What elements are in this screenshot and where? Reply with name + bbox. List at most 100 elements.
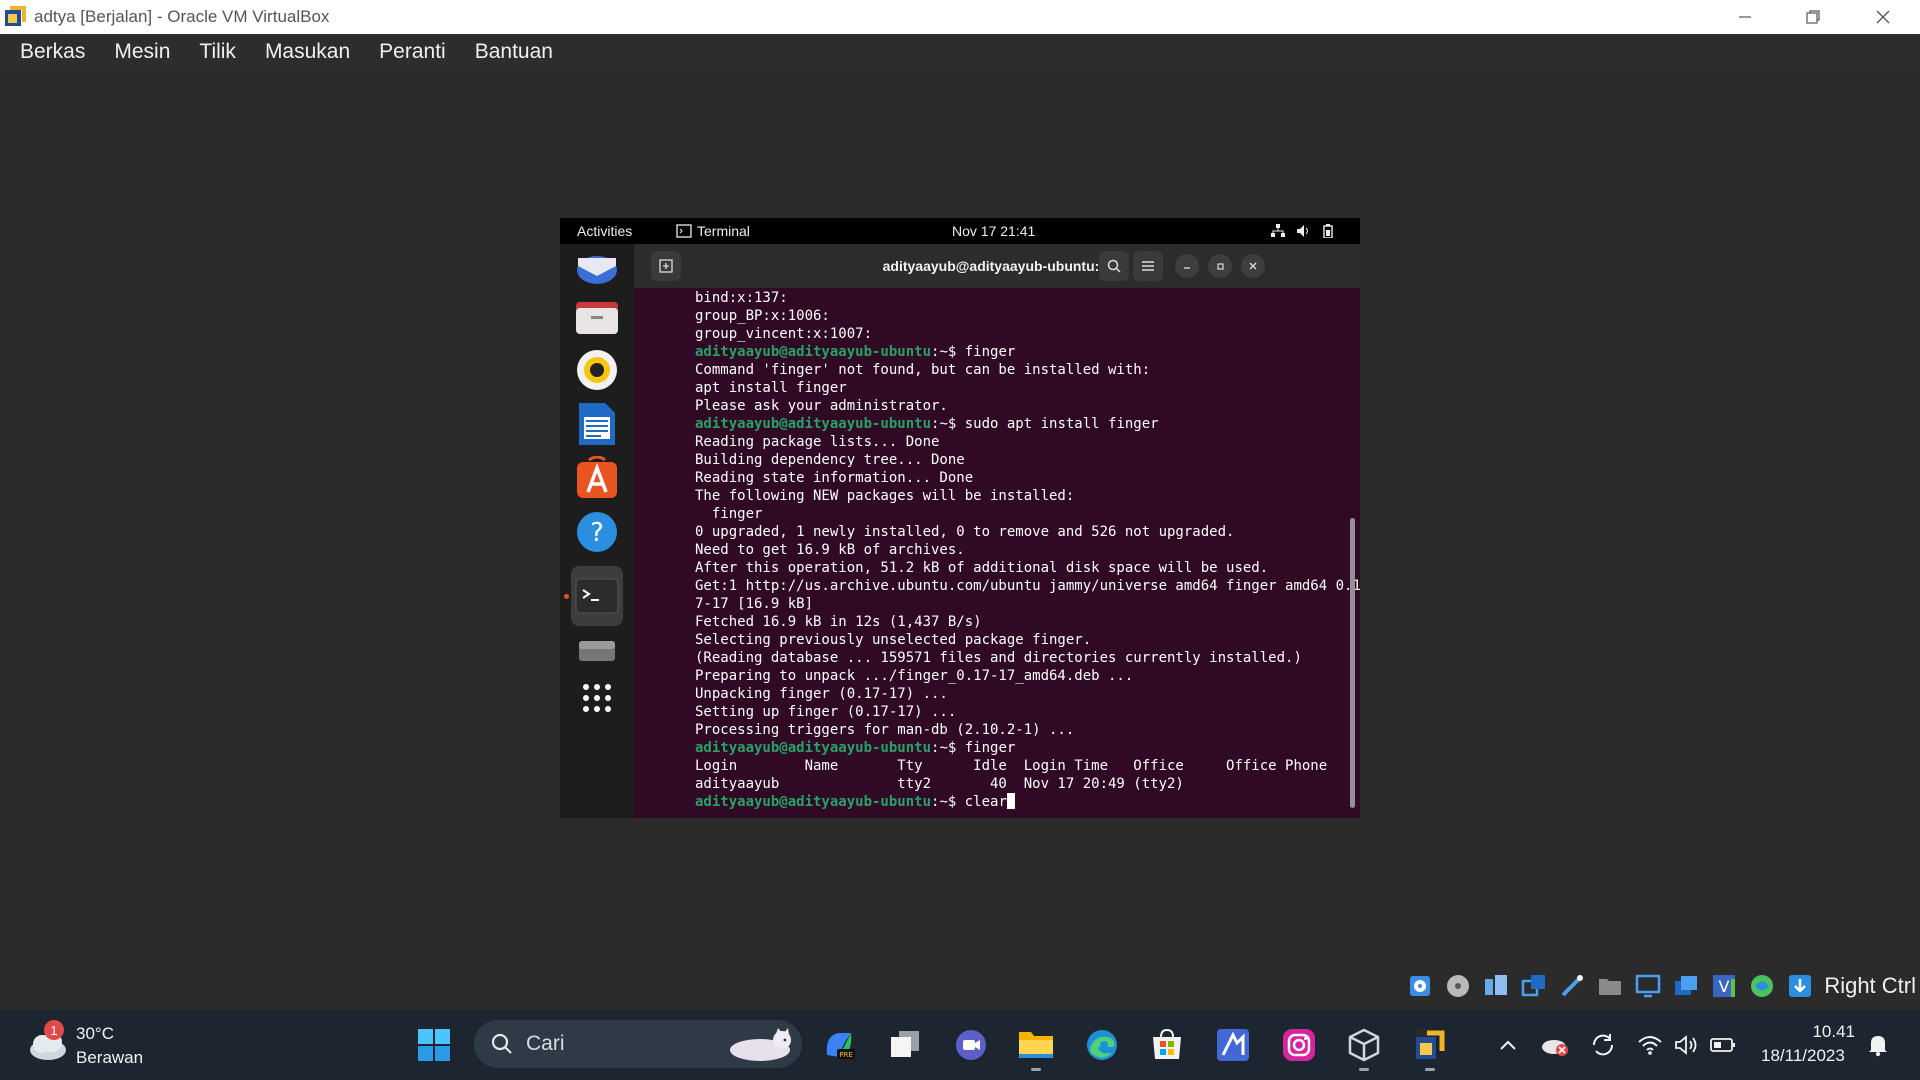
app-name: Terminal (697, 223, 750, 239)
terminal-line: Login Name Tty Idle Login Time Office Of… (695, 757, 1360, 775)
vbox-menubar: Berkas Mesin Tilik Masukan Peranti Bantu… (0, 34, 1920, 70)
terminal-line-text: Fetched 16.9 kB in 12s (1,437 B/s) (695, 614, 982, 630)
menu-masukan[interactable]: Masukan (265, 40, 350, 64)
drive-icon[interactable] (571, 630, 623, 670)
shared-folders-icon[interactable] (1594, 971, 1626, 1001)
prompt-symbol: :~$ (931, 740, 965, 756)
terminal-line-text: Command 'finger' not found, but can be i… (695, 362, 1151, 378)
menu-tilik[interactable]: Tilik (199, 40, 236, 64)
window-titlebar[interactable]: adtya [Berjalan] - Oracle VM VirtualBox (0, 0, 1920, 34)
terminal-line: apt install finger (695, 379, 1360, 397)
menu-peranti[interactable]: Peranti (379, 40, 446, 64)
mouse-integration-icon[interactable] (1784, 971, 1816, 1001)
terminal-line: 0 upgraded, 1 newly installed, 0 to remo… (695, 523, 1360, 541)
terminal-small-icon (676, 224, 692, 238)
ubuntu-software-icon[interactable] (571, 452, 623, 504)
start-button[interactable] (413, 1025, 455, 1065)
terminal-line-text: Building dependency tree... Done (695, 452, 965, 468)
terminal-line: group_BP:x:1006: (695, 307, 1360, 325)
optical-drive-icon[interactable] (1442, 971, 1474, 1001)
clock[interactable]: Nov 17 21:41 (952, 223, 1035, 239)
terminal-dock-icon[interactable] (571, 566, 623, 626)
restore-button[interactable] (1778, 0, 1848, 34)
weather-widget[interactable]: 1 (26, 1020, 70, 1069)
weather-badge: 1 (44, 1020, 64, 1040)
audio-icon[interactable] (1480, 971, 1512, 1001)
help-icon[interactable]: ? (571, 506, 623, 558)
terminal-line-text: Please ask your administrator. (695, 398, 948, 414)
terminal-headerbar[interactable]: adityaayub@adityaayub-ubuntu: ~ (634, 244, 1360, 288)
terminal-line: (Reading database ... 159571 files and d… (695, 649, 1360, 667)
menu-berkas[interactable]: Berkas (20, 40, 85, 64)
display-icon[interactable] (1632, 971, 1664, 1001)
terminal-line-text: 7-17 [16.9 kB] (695, 596, 814, 612)
terminal-line: Get:1 http://us.archive.ubuntu.com/ubunt… (695, 577, 1360, 595)
terminal-prompt: adityaayub@adityaayub-ubuntu (695, 344, 932, 360)
terminal-line-text: Processing triggers for man-db (2.10.2-1… (695, 722, 1075, 738)
rhythmbox-icon[interactable] (571, 344, 623, 396)
hamburger-menu-button[interactable] (1133, 251, 1163, 281)
terminal-line: After this operation, 51.2 kB of additio… (695, 559, 1360, 577)
terminal-line-text: finger (964, 344, 1016, 360)
terminal-input[interactable]: clear (965, 794, 1007, 810)
usb-icon[interactable] (1556, 971, 1588, 1001)
video-capture-icon[interactable] (1670, 971, 1702, 1001)
search-button[interactable] (1099, 251, 1129, 281)
close-button[interactable] (1848, 0, 1918, 34)
terminal-line-text: Unpacking finger (0.17-17) ... (695, 686, 948, 702)
menu-bantuan[interactable]: Bantuan (475, 40, 553, 64)
taskbar-search[interactable]: Cari (474, 1020, 802, 1068)
network-icon (1271, 224, 1285, 237)
windows-logo-icon (418, 1029, 450, 1061)
terminal-line: Preparing to unpack .../finger_0.17-17_a… (695, 667, 1360, 685)
files-icon[interactable] (571, 290, 623, 342)
terminal-app-menu[interactable]: Terminal (676, 223, 750, 239)
terminal-minimize-button[interactable] (1175, 254, 1199, 278)
terminal-line-text: adityaayub tty2 40 Nov 17 20:49 (tty2) (695, 776, 1184, 792)
terminal-prompt: adityaayub@adityaayub-ubuntu (695, 794, 932, 810)
show-apps-icon[interactable] (571, 672, 623, 724)
terminal-close-button[interactable] (1241, 254, 1265, 278)
terminal-line: adityaayub@adityaayub-ubuntu:~$ sudo apt… (695, 415, 1360, 433)
terminal-line: Reading state information... Done (695, 469, 1360, 487)
terminal-line-text: The following NEW packages will be insta… (695, 488, 1075, 504)
terminal-line-text: group_vincent:x:1007: (695, 326, 873, 342)
network-adapter-icon[interactable] (1518, 971, 1550, 1001)
hard-disk-icon[interactable] (1404, 971, 1436, 1001)
ubuntu-dock: ? (560, 244, 634, 818)
terminal-maximize-button[interactable] (1208, 254, 1232, 278)
terminal-line: adityaayub@adityaayub-ubuntu:~$ finger (695, 343, 1360, 361)
thunderbird-icon[interactable] (571, 242, 623, 294)
libreoffice-writer-icon[interactable] (571, 398, 623, 450)
terminal-line: finger (695, 505, 1360, 523)
terminal-prompt: adityaayub@adityaayub-ubuntu (695, 416, 932, 432)
terminal-line: Selecting previously unselected package … (695, 631, 1360, 649)
guest-screen[interactable]: Activities Terminal Nov 17 21:41 ? adity… (560, 218, 1360, 818)
virtualbox-app-icon (2, 4, 28, 30)
search-icon (491, 1033, 512, 1054)
vt-x-icon[interactable]: V (1708, 971, 1740, 1001)
terminal-scrollbar[interactable] (1350, 518, 1355, 808)
host-key-label: Right Ctrl (1824, 973, 1916, 998)
terminal-line-text: sudo apt install finger (964, 416, 1159, 432)
guest-additions-icon[interactable] (1746, 971, 1778, 1001)
battery-icon (1323, 224, 1333, 238)
terminal-line-text: group_BP:x:1006: (695, 308, 830, 324)
system-tray[interactable] (1270, 224, 1334, 238)
terminal-line: Please ask your administrator. (695, 397, 1360, 415)
terminal-line-text: Login Name Tty Idle Login Time Office Of… (695, 758, 1328, 774)
text-cursor (1006, 793, 1015, 809)
terminal-line-text: bind:x:137: (695, 290, 788, 306)
terminal-current-line: adityaayub@adityaayub-ubuntu:~$ clear (695, 793, 1360, 811)
menu-mesin[interactable]: Mesin (114, 40, 170, 64)
svg-text:?: ? (590, 518, 604, 548)
weather-description: Berawan (76, 1048, 144, 1067)
activities-button[interactable]: Activities (577, 223, 632, 239)
minimize-button[interactable] (1710, 0, 1780, 34)
terminal-line: Setting up finger (0.17-17) ... (695, 703, 1360, 721)
search-placeholder: Cari (526, 1032, 565, 1055)
terminal-line: Fetched 16.9 kB in 12s (1,437 B/s) (695, 613, 1360, 631)
terminal-line: Need to get 16.9 kB of archives. (695, 541, 1360, 559)
terminal-output[interactable]: bind:x:137: group_BP:x:1006: group_vincent… (634, 288, 1360, 818)
prompt-symbol: :~$ (931, 416, 965, 432)
